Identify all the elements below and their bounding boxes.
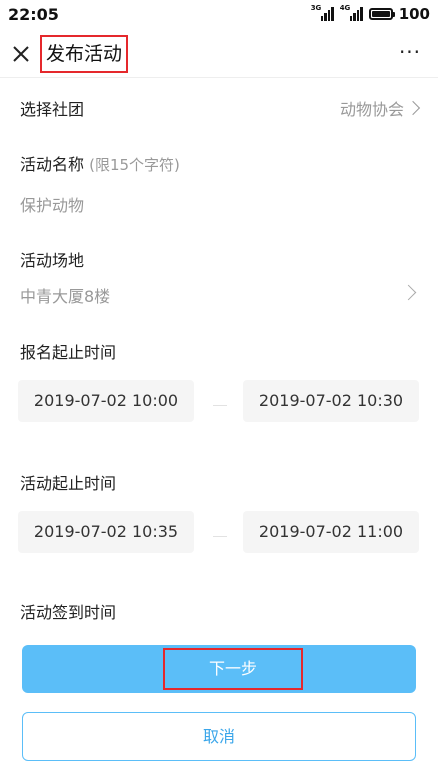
signal-4g-icon: 4G: [340, 4, 363, 21]
cancel-button[interactable]: 取消: [22, 712, 416, 761]
activity-end-picker[interactable]: 2019-07-02 11:00: [243, 511, 419, 553]
chevron-right-icon: [405, 100, 421, 116]
name-field[interactable]: 保护动物: [20, 192, 84, 216]
club-label: 选择社团: [20, 100, 85, 119]
close-icon[interactable]: [10, 43, 32, 65]
battery-icon: [368, 8, 395, 20]
nav-bar: 发布活动 ···: [0, 30, 438, 78]
next-step-button[interactable]: 下一步: [22, 645, 416, 693]
checkin-time-label: 活动签到时间: [20, 603, 117, 622]
range-separator: [213, 536, 227, 537]
signup-end-picker[interactable]: 2019-07-02 10:30: [243, 380, 419, 422]
activity-start-picker[interactable]: 2019-07-02 10:35: [18, 511, 194, 553]
status-icons: 3G 4G 100: [311, 4, 430, 23]
battery-level: 100: [398, 5, 430, 23]
more-icon[interactable]: ···: [398, 42, 422, 66]
next-step-label: 下一步: [163, 648, 303, 690]
venue-label: 活动场地: [20, 251, 85, 270]
club-selector[interactable]: 动物协会: [339, 96, 421, 120]
status-time: 22:05: [8, 5, 59, 24]
status-bar: 22:05 3G 4G 100: [0, 0, 438, 30]
name-label: 活动名称 (限15个字符): [20, 151, 180, 175]
venue-field[interactable]: 中青大厦8楼: [20, 283, 110, 307]
chevron-right-icon[interactable]: [400, 284, 417, 301]
signal-3g-icon: 3G: [311, 4, 334, 21]
name-label-text: 活动名称: [20, 155, 85, 174]
activity-time-label: 活动起止时间: [20, 474, 117, 493]
signup-start-picker[interactable]: 2019-07-02 10:00: [18, 380, 194, 422]
page-title: 发布活动: [40, 35, 129, 73]
signup-time-label: 报名起止时间: [20, 343, 117, 362]
name-hint: (限15个字符): [89, 156, 180, 174]
range-separator: [213, 405, 227, 406]
club-value: 动物协会: [339, 100, 404, 119]
